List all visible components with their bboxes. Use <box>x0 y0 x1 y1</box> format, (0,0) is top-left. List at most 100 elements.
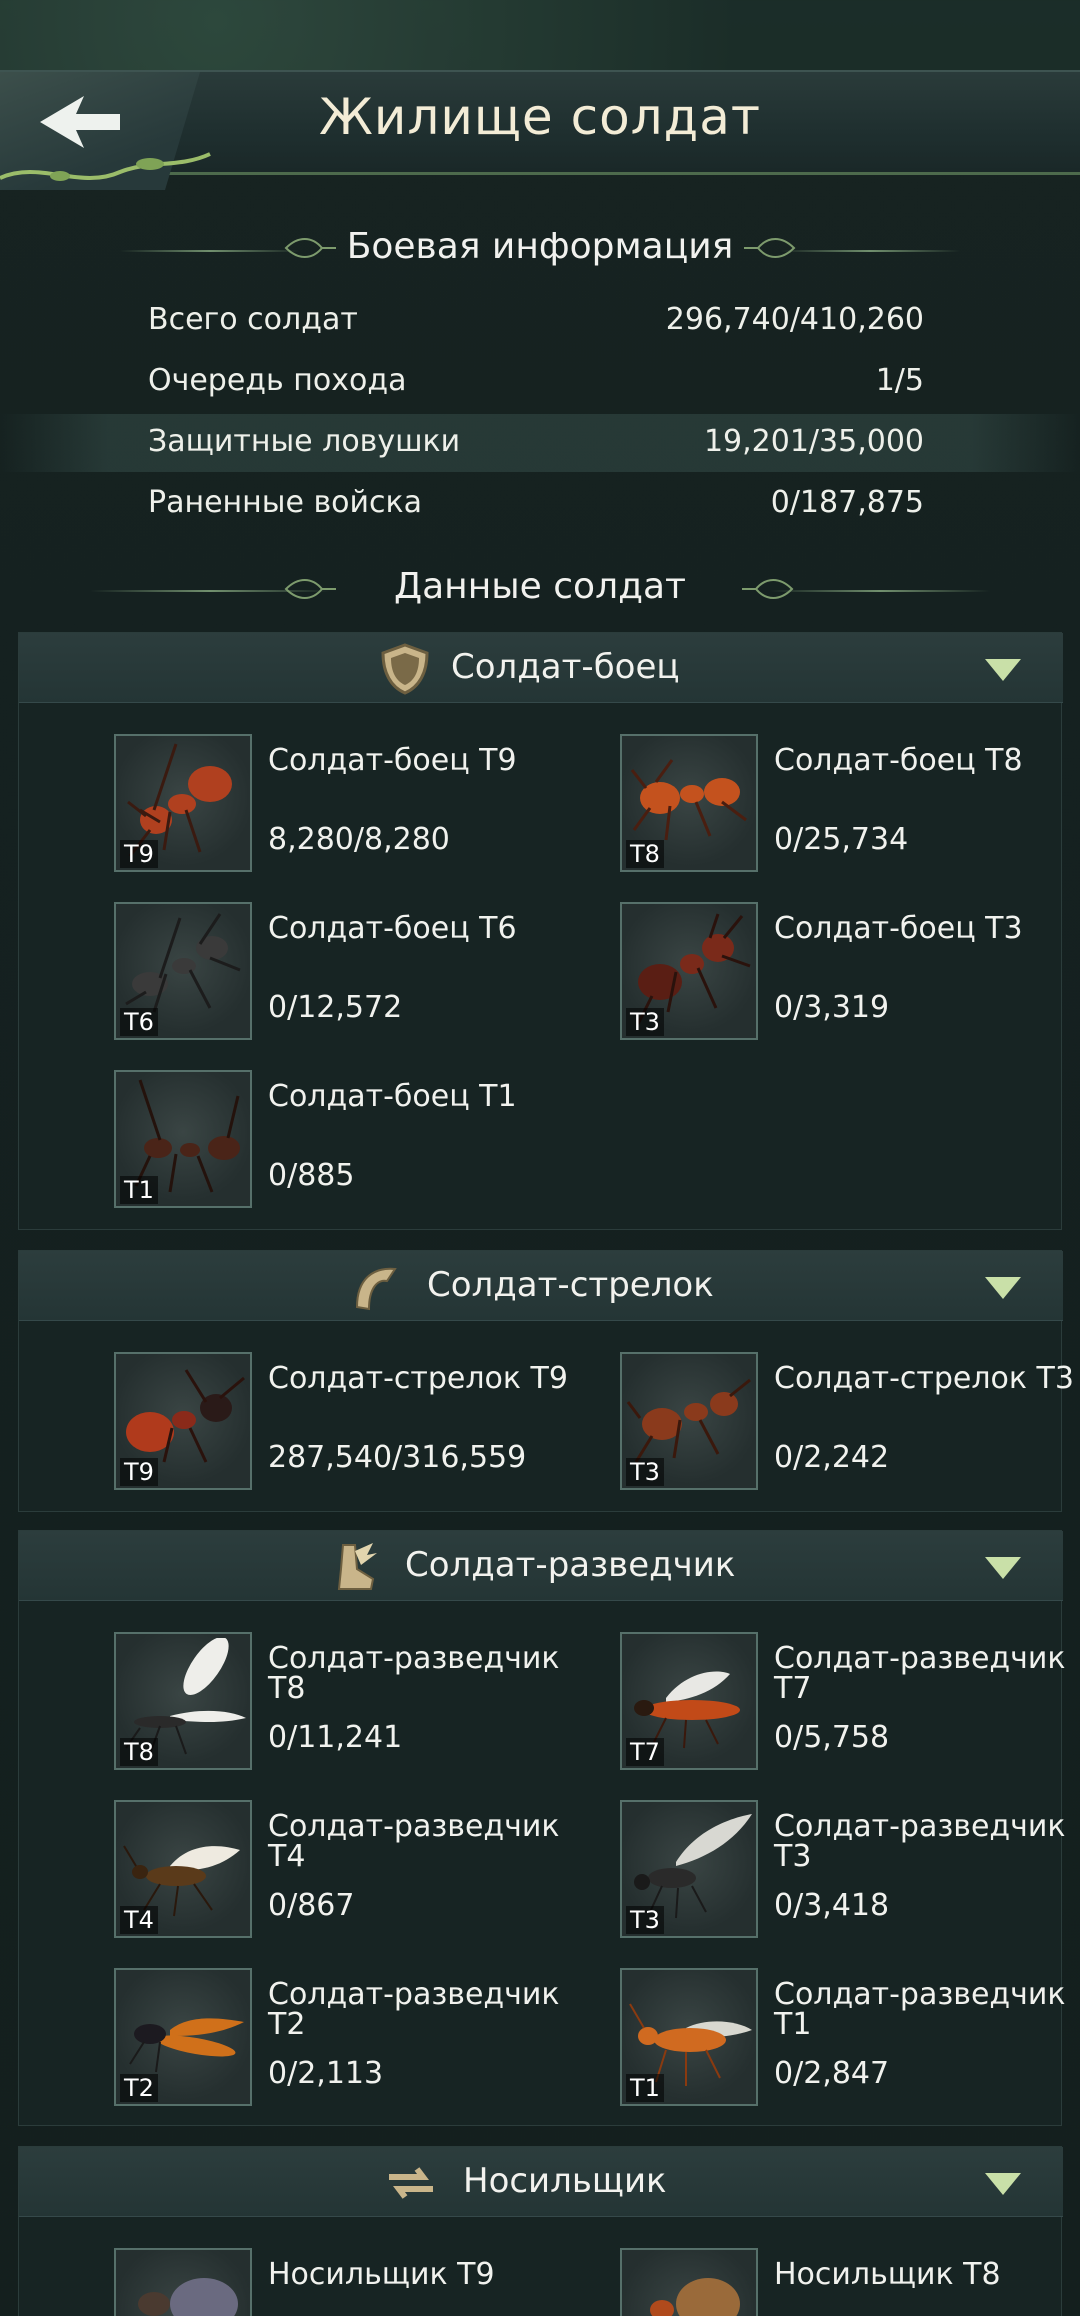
vine-decoration-icon <box>0 152 211 181</box>
wing-boot-icon <box>337 1543 377 1590</box>
ant-icon <box>650 2278 740 2316</box>
unit-thumbnail: T9 <box>114 734 252 872</box>
ornament-line-right <box>770 590 990 592</box>
unit-thumbnail: T9 <box>114 1352 252 1490</box>
unit-count: 0/867 <box>268 1888 355 1923</box>
info-value: 1/5 <box>875 363 924 398</box>
tier-label: T8 <box>120 1738 158 1766</box>
unit-card[interactable]: T8 Солдат-боец T8 0/25,734 <box>620 734 1080 874</box>
tier-label: T9 <box>120 840 158 868</box>
unit-count: 0/885 <box>268 1158 355 1193</box>
unit-thumbnail: T1 <box>114 1070 252 1208</box>
unit-count: 0/3,418 <box>774 1888 890 1923</box>
group-title: Солдат-стрелок <box>427 1265 714 1305</box>
chevron-down-icon <box>985 1557 1021 1579</box>
unit-count: 0/11,241 <box>268 1720 403 1755</box>
unit-name: Солдат-боец T3 <box>774 911 1023 946</box>
unit-thumbnail: T6 <box>114 902 252 1040</box>
unit-card[interactable]: T9 Носильщик T9 <box>114 2248 584 2316</box>
page-title: Жилище солдат <box>319 88 761 146</box>
unit-card[interactable]: T8 Носильщик T8 <box>620 2248 1080 2316</box>
leaf-ornament-icon <box>742 579 794 599</box>
group-title: Носильщик <box>463 2161 667 2201</box>
unit-name: Носильщик T9 <box>268 2257 495 2292</box>
unit-count: 0/25,734 <box>774 822 909 857</box>
unit-card[interactable]: T4 Солдат-разведчик T4 0/867 <box>114 1800 584 1940</box>
unit-thumbnail: T3 <box>620 1800 758 1938</box>
tier-label: T3 <box>626 1008 664 1036</box>
unit-card[interactable]: T1 Солдат-боец T1 0/885 <box>114 1070 584 1210</box>
unit-card[interactable]: T3 Солдат-боец T3 0/3,319 <box>620 902 1080 1042</box>
unit-name: Солдат-разведчик T4 <box>268 1809 560 1874</box>
chevron-down-icon <box>985 659 1021 681</box>
bow-icon <box>355 1267 397 1311</box>
unit-count: 0/5,758 <box>774 1720 890 1755</box>
info-label: Защитные ловушки <box>148 424 461 459</box>
info-row-total-soldiers: Всего солдат 296,740/410,260 <box>0 292 1080 350</box>
unit-name: Солдат-разведчик T2 <box>268 1977 560 2042</box>
unit-card[interactable]: T6 Солдат-боец T6 0/12,572 <box>114 902 584 1042</box>
unit-card[interactable]: T9 Солдат-боец T9 8,280/8,280 <box>114 734 584 874</box>
unit-name: Солдат-боец T9 <box>268 743 517 778</box>
info-row-march-queue: Очередь похода 1/5 <box>0 353 1080 411</box>
info-row-wounded: Раненные войска 0/187,875 <box>0 475 1080 533</box>
tier-label: T7 <box>626 1738 664 1766</box>
unit-thumbnail: T3 <box>620 1352 758 1490</box>
group-title: Солдат-разведчик <box>405 1545 736 1585</box>
tier-label: T4 <box>120 1906 158 1934</box>
unit-name: Солдат-боец T6 <box>268 911 517 946</box>
info-row-defense-traps: Защитные ловушки 19,201/35,000 <box>0 414 1080 472</box>
unit-thumbnail: T7 <box>620 1632 758 1770</box>
unit-card[interactable]: T1 Солдат-разведчик T1 0/2,847 <box>620 1968 1080 2108</box>
group-title: Солдат-боец <box>451 647 680 687</box>
unit-thumbnail: T9 <box>114 2248 252 2316</box>
leaf-ornament-icon <box>744 238 796 258</box>
tier-label: T1 <box>120 1176 158 1204</box>
unit-name: Солдат-разведчик T8 <box>268 1641 560 1706</box>
unit-count: 0/2,242 <box>774 1440 890 1475</box>
info-label: Всего солдат <box>148 302 358 337</box>
group-header-carrier[interactable]: Носильщик <box>19 2147 1063 2217</box>
unit-name: Солдат-разведчик T3 <box>774 1809 1066 1874</box>
unit-name: Солдат-стрелок T3 <box>774 1361 1074 1396</box>
unit-card[interactable]: T7 Солдат-разведчик T7 0/5,758 <box>620 1632 1080 1772</box>
unit-count: 0/2,113 <box>268 2056 384 2091</box>
unit-name: Солдат-стрелок T9 <box>268 1361 568 1396</box>
unit-name: Солдат-боец T1 <box>268 1079 517 1114</box>
group-header-fighter[interactable]: Солдат-боец <box>19 633 1063 703</box>
unit-thumbnail: T8 <box>620 734 758 872</box>
tier-label: T2 <box>120 2074 158 2102</box>
unit-card[interactable]: T8 Солдат-разведчик T8 0/11,241 <box>114 1632 584 1772</box>
chevron-down-icon <box>985 1277 1021 1299</box>
arrows-icon <box>389 2167 433 2199</box>
info-value: 19,201/35,000 <box>703 424 924 459</box>
unit-count: 0/2,847 <box>774 2056 890 2091</box>
info-value: 0/187,875 <box>770 485 924 520</box>
unit-name: Носильщик T8 <box>774 2257 1001 2292</box>
soldier-data-heading: Данные солдат <box>393 566 687 607</box>
tier-label: T8 <box>626 840 664 868</box>
tier-label: T1 <box>626 2074 664 2102</box>
unit-thumbnail: T8 <box>620 2248 758 2316</box>
unit-count: 0/12,572 <box>268 990 403 1025</box>
tier-label: T3 <box>626 1906 664 1934</box>
unit-card[interactable]: T2 Солдат-разведчик T2 0/2,113 <box>114 1968 584 2108</box>
unit-card[interactable]: T3 Солдат-разведчик T3 0/3,418 <box>620 1800 1080 1940</box>
unit-thumbnail: T2 <box>114 1968 252 2106</box>
group-header-scout[interactable]: Солдат-разведчик <box>19 1531 1063 1601</box>
unit-count: 0/3,319 <box>774 990 890 1025</box>
tier-label: T3 <box>626 1458 664 1486</box>
battle-info-heading: Боевая информация <box>346 226 734 267</box>
tier-label: T6 <box>120 1008 158 1036</box>
shield-icon <box>381 643 429 695</box>
tier-label: T9 <box>120 1458 158 1486</box>
info-label: Раненные войска <box>148 485 422 520</box>
unit-count: 8,280/8,280 <box>268 822 450 857</box>
unit-card[interactable]: T3 Солдат-стрелок T3 0/2,242 <box>620 1352 1080 1492</box>
top-decor-strip <box>0 0 1080 70</box>
unit-thumbnail: T4 <box>114 1800 252 1938</box>
unit-thumbnail: T3 <box>620 902 758 1040</box>
ornament-line-right <box>780 250 960 252</box>
group-header-archer[interactable]: Солдат-стрелок <box>19 1251 1063 1321</box>
unit-card[interactable]: T9 Солдат-стрелок T9 287,540/316,559 <box>114 1352 584 1492</box>
